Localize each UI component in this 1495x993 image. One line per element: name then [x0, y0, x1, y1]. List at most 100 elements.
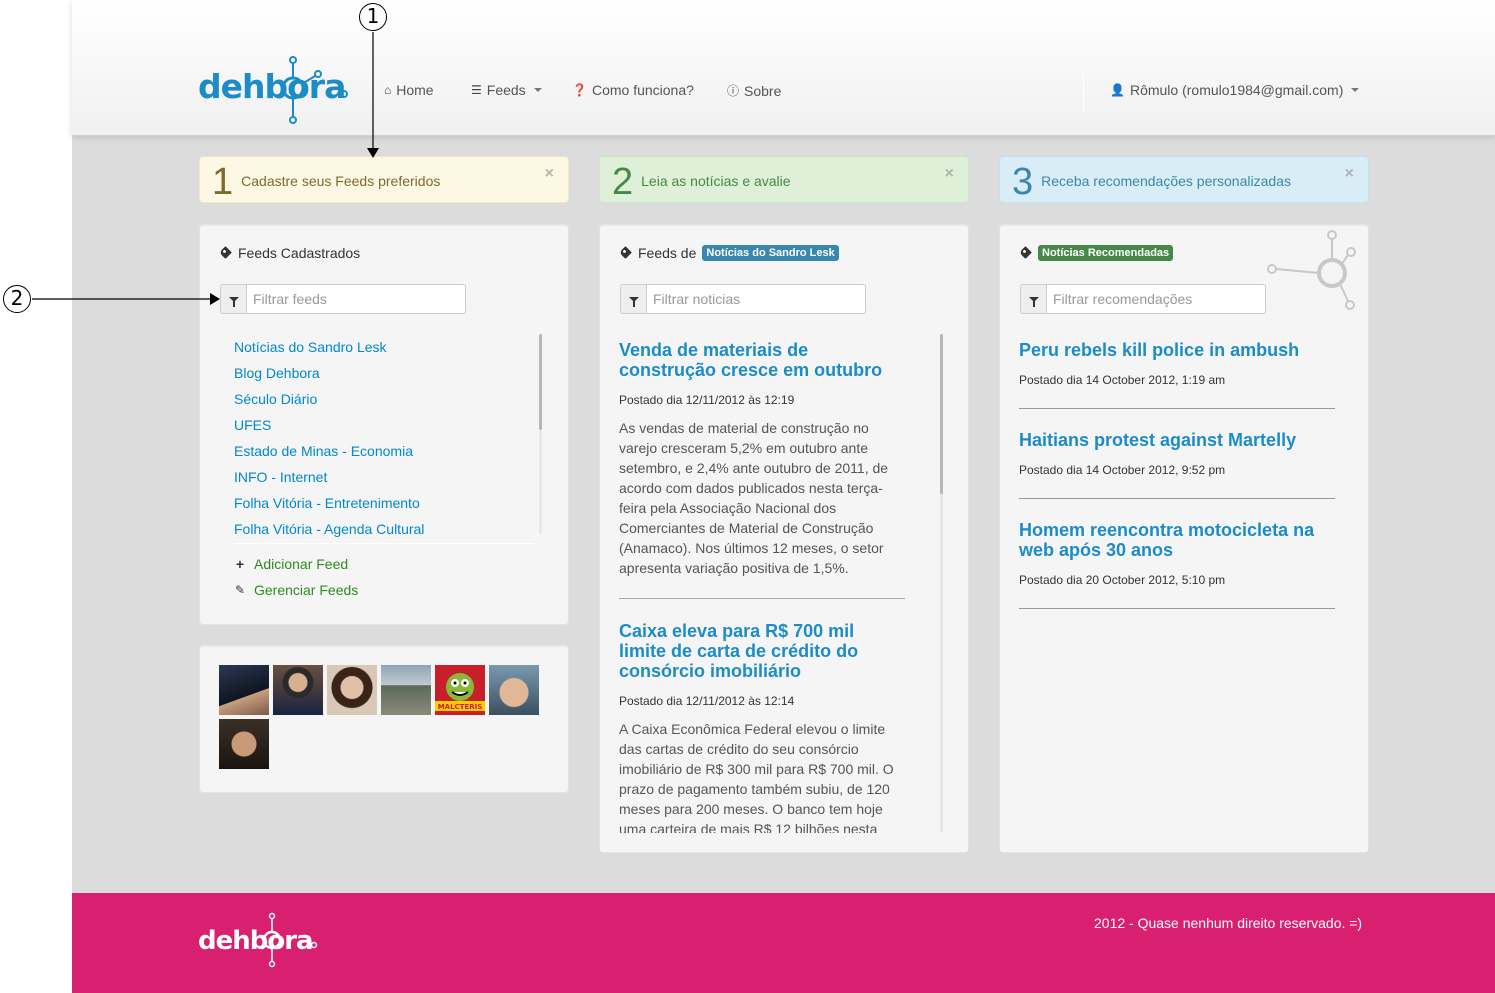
- nav-feeds-label: Feeds: [486, 82, 526, 98]
- filter-feeds-input[interactable]: [247, 284, 466, 314]
- manage-feeds-label: Gerenciar Feeds: [254, 582, 359, 598]
- feeds-panel: Feeds Cadastrados Notícias do Sandro Les…: [199, 224, 569, 625]
- nav-feeds-dropdown[interactable]: ☰ Feeds: [471, 82, 542, 98]
- footer-logo-graphic: dehbora: [198, 912, 318, 968]
- recommendations-list: Peru rebels kill police in ambush Postad…: [1019, 340, 1335, 630]
- recommendations-filter: [1020, 284, 1266, 314]
- news-body: A Caixa Econômica Federal elevou o limit…: [619, 721, 894, 833]
- logo-text: dehbora: [198, 67, 345, 106]
- divider: [1019, 498, 1335, 499]
- recommendation-title-link[interactable]: Homem reencontra motocicleta na web após…: [1019, 520, 1335, 560]
- user-menu-dropdown[interactable]: 👤 Rômulo (romulo1984@gmail.com): [1110, 82, 1360, 98]
- avatar[interactable]: MALCTERIS: [435, 665, 485, 715]
- user-icon: 👤: [1110, 83, 1125, 97]
- news-list-scrollbar[interactable]: [940, 334, 943, 494]
- footer-logo-text: dehbora: [198, 926, 313, 956]
- divider: [234, 543, 534, 544]
- avatar[interactable]: [327, 665, 377, 715]
- step-text: Cadastre seus Feeds preferidos: [241, 173, 441, 189]
- logo-graphic: dehbora: [198, 56, 348, 124]
- feed-link[interactable]: Folha Vitória - Agenda Cultural: [234, 516, 534, 540]
- footer-copyright: 2012 - Quase nenhum direito reservado. =…: [1094, 915, 1363, 931]
- news-title-link[interactable]: Caixa eleva para R$ 700 mil limite de ca…: [619, 621, 905, 681]
- nav-how-label: Como funciona?: [591, 82, 694, 98]
- divider: [1019, 408, 1335, 409]
- step-2-alert: 2 Leia as notícias e avalie ×: [599, 156, 969, 203]
- nav-about[interactable]: ⓘ Sobre: [727, 82, 781, 99]
- nav-about-label: Sobre: [744, 82, 782, 99]
- footer: dehbora 2012 - Quase nenhum direito rese…: [72, 893, 1495, 993]
- list-icon: ☰: [471, 83, 482, 97]
- nav-how-it-works[interactable]: ❓ Como funciona?: [572, 82, 694, 98]
- recommendation-title-link[interactable]: Haitians protest against Martelly: [1019, 430, 1335, 450]
- feeds-filter: [220, 284, 466, 314]
- feed-link[interactable]: Folha Vitória - Entretenimento: [234, 490, 534, 516]
- step-text: Receba recomendações personalizadas: [1041, 173, 1291, 189]
- feeds-panel-title-text: Feeds Cadastrados: [238, 245, 361, 261]
- user-menu-label: Rômulo (romulo1984@gmail.com): [1129, 82, 1344, 98]
- avatar[interactable]: [381, 665, 431, 715]
- feed-link[interactable]: Século Diário: [234, 386, 534, 412]
- plus-icon: +: [235, 556, 245, 572]
- news-item: Caixa eleva para R$ 700 mil limite de ca…: [619, 621, 905, 833]
- add-feed-button[interactable]: + Adicionar Feed: [234, 556, 348, 572]
- news-filter: [620, 284, 866, 314]
- tag-icon: [220, 247, 232, 259]
- tag-icon: [1020, 247, 1032, 259]
- recommendation-date: Postado dia 20 October 2012, 5:10 pm: [1019, 573, 1226, 587]
- brand-logo[interactable]: dehbora: [198, 54, 353, 130]
- question-icon: ❓: [572, 83, 587, 97]
- tag-icon: [620, 247, 632, 259]
- feed-link[interactable]: INFO - Internet: [234, 464, 534, 490]
- close-icon[interactable]: ×: [1345, 165, 1354, 183]
- news-title-link[interactable]: Venda de materiais de construção cresce …: [619, 340, 905, 380]
- step-number: 2: [612, 160, 634, 203]
- network-icon: [1267, 230, 1356, 310]
- recommendation-item: Peru rebels kill police in ambush Postad…: [1019, 340, 1335, 409]
- feed-list-scrollbar[interactable]: [539, 334, 542, 430]
- avatar[interactable]: [273, 665, 323, 715]
- nav-home[interactable]: ⌂ Home: [384, 82, 434, 98]
- recommendation-item: Haitians protest against Martelly Postad…: [1019, 430, 1335, 499]
- mascot-badge-text: MALCTERIS: [438, 703, 483, 711]
- close-icon[interactable]: ×: [945, 165, 954, 183]
- navbar: dehbora ⌂ Home ☰ Feeds ❓ Como funciona?: [72, 0, 1495, 136]
- feeds-panel-title: Feeds Cadastrados: [220, 245, 360, 261]
- recommendation-date: Postado dia 14 October 2012, 1:19 am: [1019, 373, 1226, 387]
- footer-logo[interactable]: dehbora: [198, 905, 328, 978]
- manage-feeds-button[interactable]: ✎ Gerenciar Feeds: [234, 582, 358, 598]
- news-date: Postado dia 12/11/2012 às 12:14: [619, 694, 795, 708]
- step-3-alert: 3 Receba recomendações personalizadas ×: [999, 156, 1369, 203]
- avatar[interactable]: [219, 719, 269, 769]
- avatar[interactable]: [219, 665, 269, 715]
- recommended-news-badge: Notícias Recomendadas: [1038, 245, 1174, 261]
- news-item: Venda de materiais de construção cresce …: [619, 340, 905, 599]
- followers-panel: MALCTERIS: [199, 645, 569, 793]
- info-icon: ⓘ: [727, 84, 740, 98]
- feed-list: Notícias do Sandro Lesk Blog Dehbora Séc…: [234, 334, 534, 540]
- chevron-down-icon: [533, 88, 542, 92]
- edit-icon: ✎: [234, 583, 246, 597]
- news-panel-title-prefix: Feeds de: [638, 245, 697, 261]
- recommendation-title-link[interactable]: Peru rebels kill police in ambush: [1019, 340, 1335, 360]
- feed-link[interactable]: UFES: [234, 412, 534, 438]
- feed-link[interactable]: Estado de Minas - Economia: [234, 438, 534, 464]
- filter-recommendations-input[interactable]: [1047, 284, 1266, 314]
- callout-1: 1: [359, 3, 387, 31]
- recommendations-panel-title: Notícias Recomendadas: [1020, 245, 1174, 261]
- filter-icon: [220, 284, 247, 314]
- feed-link[interactable]: Notícias do Sandro Lesk: [234, 334, 534, 360]
- close-icon[interactable]: ×: [545, 165, 554, 183]
- filter-icon: [620, 284, 647, 314]
- app-window: dehbora ⌂ Home ☰ Feeds ❓ Como funciona?: [72, 0, 1495, 993]
- news-panel: Feeds de Notícias do Sandro Lesk Venda d…: [599, 224, 969, 853]
- divider: [619, 598, 905, 599]
- home-icon: ⌂: [384, 83, 392, 97]
- filter-news-input[interactable]: [647, 284, 866, 314]
- recommendations-panel: Notícias Recomendadas Peru rebels kill p…: [999, 224, 1369, 853]
- avatar[interactable]: [489, 665, 539, 715]
- nav-divider: [1083, 72, 1084, 112]
- news-body: As vendas de material de construção no v…: [619, 420, 889, 576]
- step-number: 1: [212, 160, 234, 203]
- feed-link[interactable]: Blog Dehbora: [234, 360, 534, 386]
